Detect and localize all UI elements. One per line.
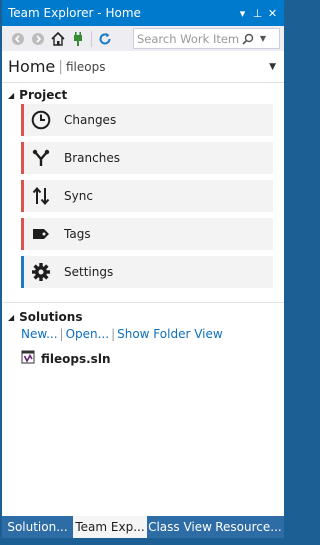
tile-label: Changes xyxy=(64,113,117,127)
project-heading: Project xyxy=(19,88,68,102)
open-solution-link[interactable]: Open... xyxy=(66,327,110,341)
collapse-triangle-icon[interactable]: ◢ xyxy=(8,91,14,100)
header-separator: | xyxy=(58,58,63,75)
close-button[interactable]: ✕ xyxy=(265,7,280,20)
home-icon[interactable] xyxy=(48,29,68,49)
clock-icon xyxy=(24,110,58,130)
search-icon[interactable] xyxy=(239,33,257,45)
tab-class-view[interactable]: Class View xyxy=(147,516,213,538)
visual-studio-solution-icon xyxy=(21,350,35,367)
tile-branches[interactable]: Branches xyxy=(21,142,273,174)
tile-settings[interactable]: Settings xyxy=(21,256,273,288)
solutions-section-header[interactable]: ◢ Solutions xyxy=(8,310,82,324)
sync-arrows-icon xyxy=(24,186,58,206)
link-separator: | xyxy=(59,327,64,341)
solutions-heading: Solutions xyxy=(19,310,83,324)
project-section-header[interactable]: ◢ Project xyxy=(8,88,67,102)
refresh-icon[interactable] xyxy=(95,29,115,49)
new-solution-link[interactable]: New... xyxy=(21,327,58,341)
toolbar: Search Work Items (C ▼ xyxy=(2,26,284,51)
link-separator: | xyxy=(111,327,116,341)
tag-icon xyxy=(24,224,58,244)
tile-label: Settings xyxy=(64,265,114,279)
tile-label: Sync xyxy=(64,189,93,203)
page-header: Home | fileops ▼ xyxy=(2,51,284,83)
toolbar-separator xyxy=(91,30,92,47)
collapse-triangle-icon[interactable]: ◢ xyxy=(8,313,14,322)
pin-button[interactable]: ⊥ xyxy=(250,7,265,20)
navigation-dropdown-icon[interactable]: ▼ xyxy=(269,62,276,72)
window-bottom-border xyxy=(2,538,284,545)
back-icon[interactable] xyxy=(8,29,28,49)
branch-icon xyxy=(24,148,58,168)
tile-tags[interactable]: Tags xyxy=(21,218,273,250)
tab-solution-explorer[interactable]: Solution... xyxy=(2,516,73,538)
tile-label: Branches xyxy=(64,151,120,165)
tile-changes[interactable]: Changes xyxy=(21,104,273,136)
search-dropdown-icon[interactable]: ▼ xyxy=(257,34,269,43)
connect-icon[interactable] xyxy=(68,29,88,49)
solution-file-item[interactable]: fileops.sln xyxy=(21,350,110,367)
gear-icon xyxy=(24,262,58,282)
tile-sync[interactable]: Sync xyxy=(21,180,273,212)
window-menu-button[interactable]: ▾ xyxy=(235,7,250,20)
show-folder-view-link[interactable]: Show Folder View xyxy=(117,327,223,341)
tab-team-explorer[interactable]: Team Exp... xyxy=(73,516,147,538)
forward-icon[interactable] xyxy=(28,29,48,49)
page-title[interactable]: Home xyxy=(8,57,55,76)
title-bar: Team Explorer - Home ▾ ⊥ ✕ xyxy=(2,0,284,26)
bottom-tab-bar: Solution... Team Exp... Class View Resou… xyxy=(2,516,284,538)
window-title: Team Explorer - Home xyxy=(8,6,141,20)
solution-file-name: fileops.sln xyxy=(41,351,111,366)
solutions-links: New... | Open... | Show Folder View xyxy=(21,327,223,341)
repository-name: fileops xyxy=(65,59,106,74)
tile-label: Tags xyxy=(64,227,91,241)
search-input[interactable]: Search Work Items (C xyxy=(134,32,239,46)
home-content: ◢ Project Changes Branches Sync Tags Set… xyxy=(2,83,284,516)
search-work-items-box[interactable]: Search Work Items (C ▼ xyxy=(133,28,280,49)
section-divider xyxy=(2,302,284,303)
tab-resource-view[interactable]: Resource... xyxy=(213,516,284,538)
team-explorer-window: Team Explorer - Home ▾ ⊥ ✕ Search Work I… xyxy=(2,0,284,545)
